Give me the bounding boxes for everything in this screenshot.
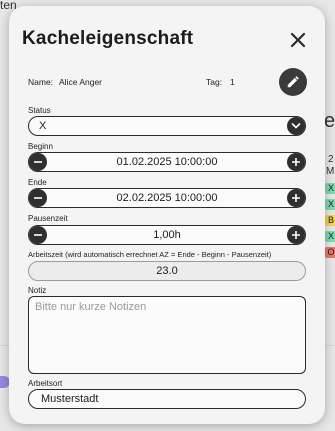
worktime-label: Arbeitszeit (wird automatisch errechnet … <box>28 250 272 259</box>
status-value: X <box>39 120 47 132</box>
pause-value: 1,00h <box>153 229 181 241</box>
note-label: Notiz <box>28 286 47 295</box>
pause-increment-button[interactable] <box>287 226 305 244</box>
background-text-fragment: Mi <box>326 166 335 177</box>
location-label: Arbeitsort <box>28 379 63 388</box>
plus-icon <box>292 194 300 202</box>
end-datetime-field[interactable]: 02.02.2025 10:00:00 <box>28 188 306 208</box>
background-chip: X <box>325 199 335 210</box>
edit-button[interactable] <box>279 68 307 96</box>
location-value: Musterstadt <box>41 393 99 405</box>
location-input[interactable]: Musterstadt <box>28 389 306 409</box>
close-icon <box>290 32 306 48</box>
worktime-field: 23.0 <box>28 261 306 281</box>
pencil-icon <box>287 76 299 88</box>
day-label: Tag: <box>206 77 223 87</box>
plus-icon <box>292 158 300 166</box>
status-select[interactable]: X <box>28 116 306 136</box>
pause-field[interactable]: 1,00h <box>28 225 306 245</box>
name-value: Alice Anger <box>59 77 102 87</box>
chevron-down-icon <box>291 123 301 129</box>
background-chip: O <box>325 247 335 258</box>
plus-icon <box>292 231 300 239</box>
name-label: Name: <box>28 77 54 87</box>
background-chip: X <box>325 183 335 194</box>
close-button[interactable] <box>286 28 310 52</box>
start-datetime-field[interactable]: 01.02.2025 10:00:00 <box>28 152 306 172</box>
background-text-fragment: 2 <box>328 154 334 165</box>
start-value: 01.02.2025 10:00:00 <box>116 156 218 168</box>
day-value: 1 <box>230 77 235 87</box>
worktime-value: 23.0 <box>156 265 178 277</box>
background-chip: X <box>325 231 335 242</box>
note-textarea[interactable] <box>28 296 306 374</box>
end-label: Ende <box>28 178 47 187</box>
background-chip: B <box>325 215 335 226</box>
dialog-title: Kacheleigenschaft <box>22 28 194 49</box>
start-increment-button[interactable] <box>287 153 305 171</box>
background-text-fragment: e <box>324 110 335 132</box>
status-dropdown-button[interactable] <box>287 117 305 135</box>
status-label: Status <box>28 106 51 115</box>
start-label: Beginn <box>28 142 53 151</box>
end-increment-button[interactable] <box>287 189 305 207</box>
pause-label: Pausenzeit <box>28 214 68 223</box>
end-value: 02.02.2025 10:00:00 <box>116 192 218 204</box>
tile-properties-dialog: Kacheleigenschaft Name: Alice Anger Tag:… <box>9 6 325 424</box>
